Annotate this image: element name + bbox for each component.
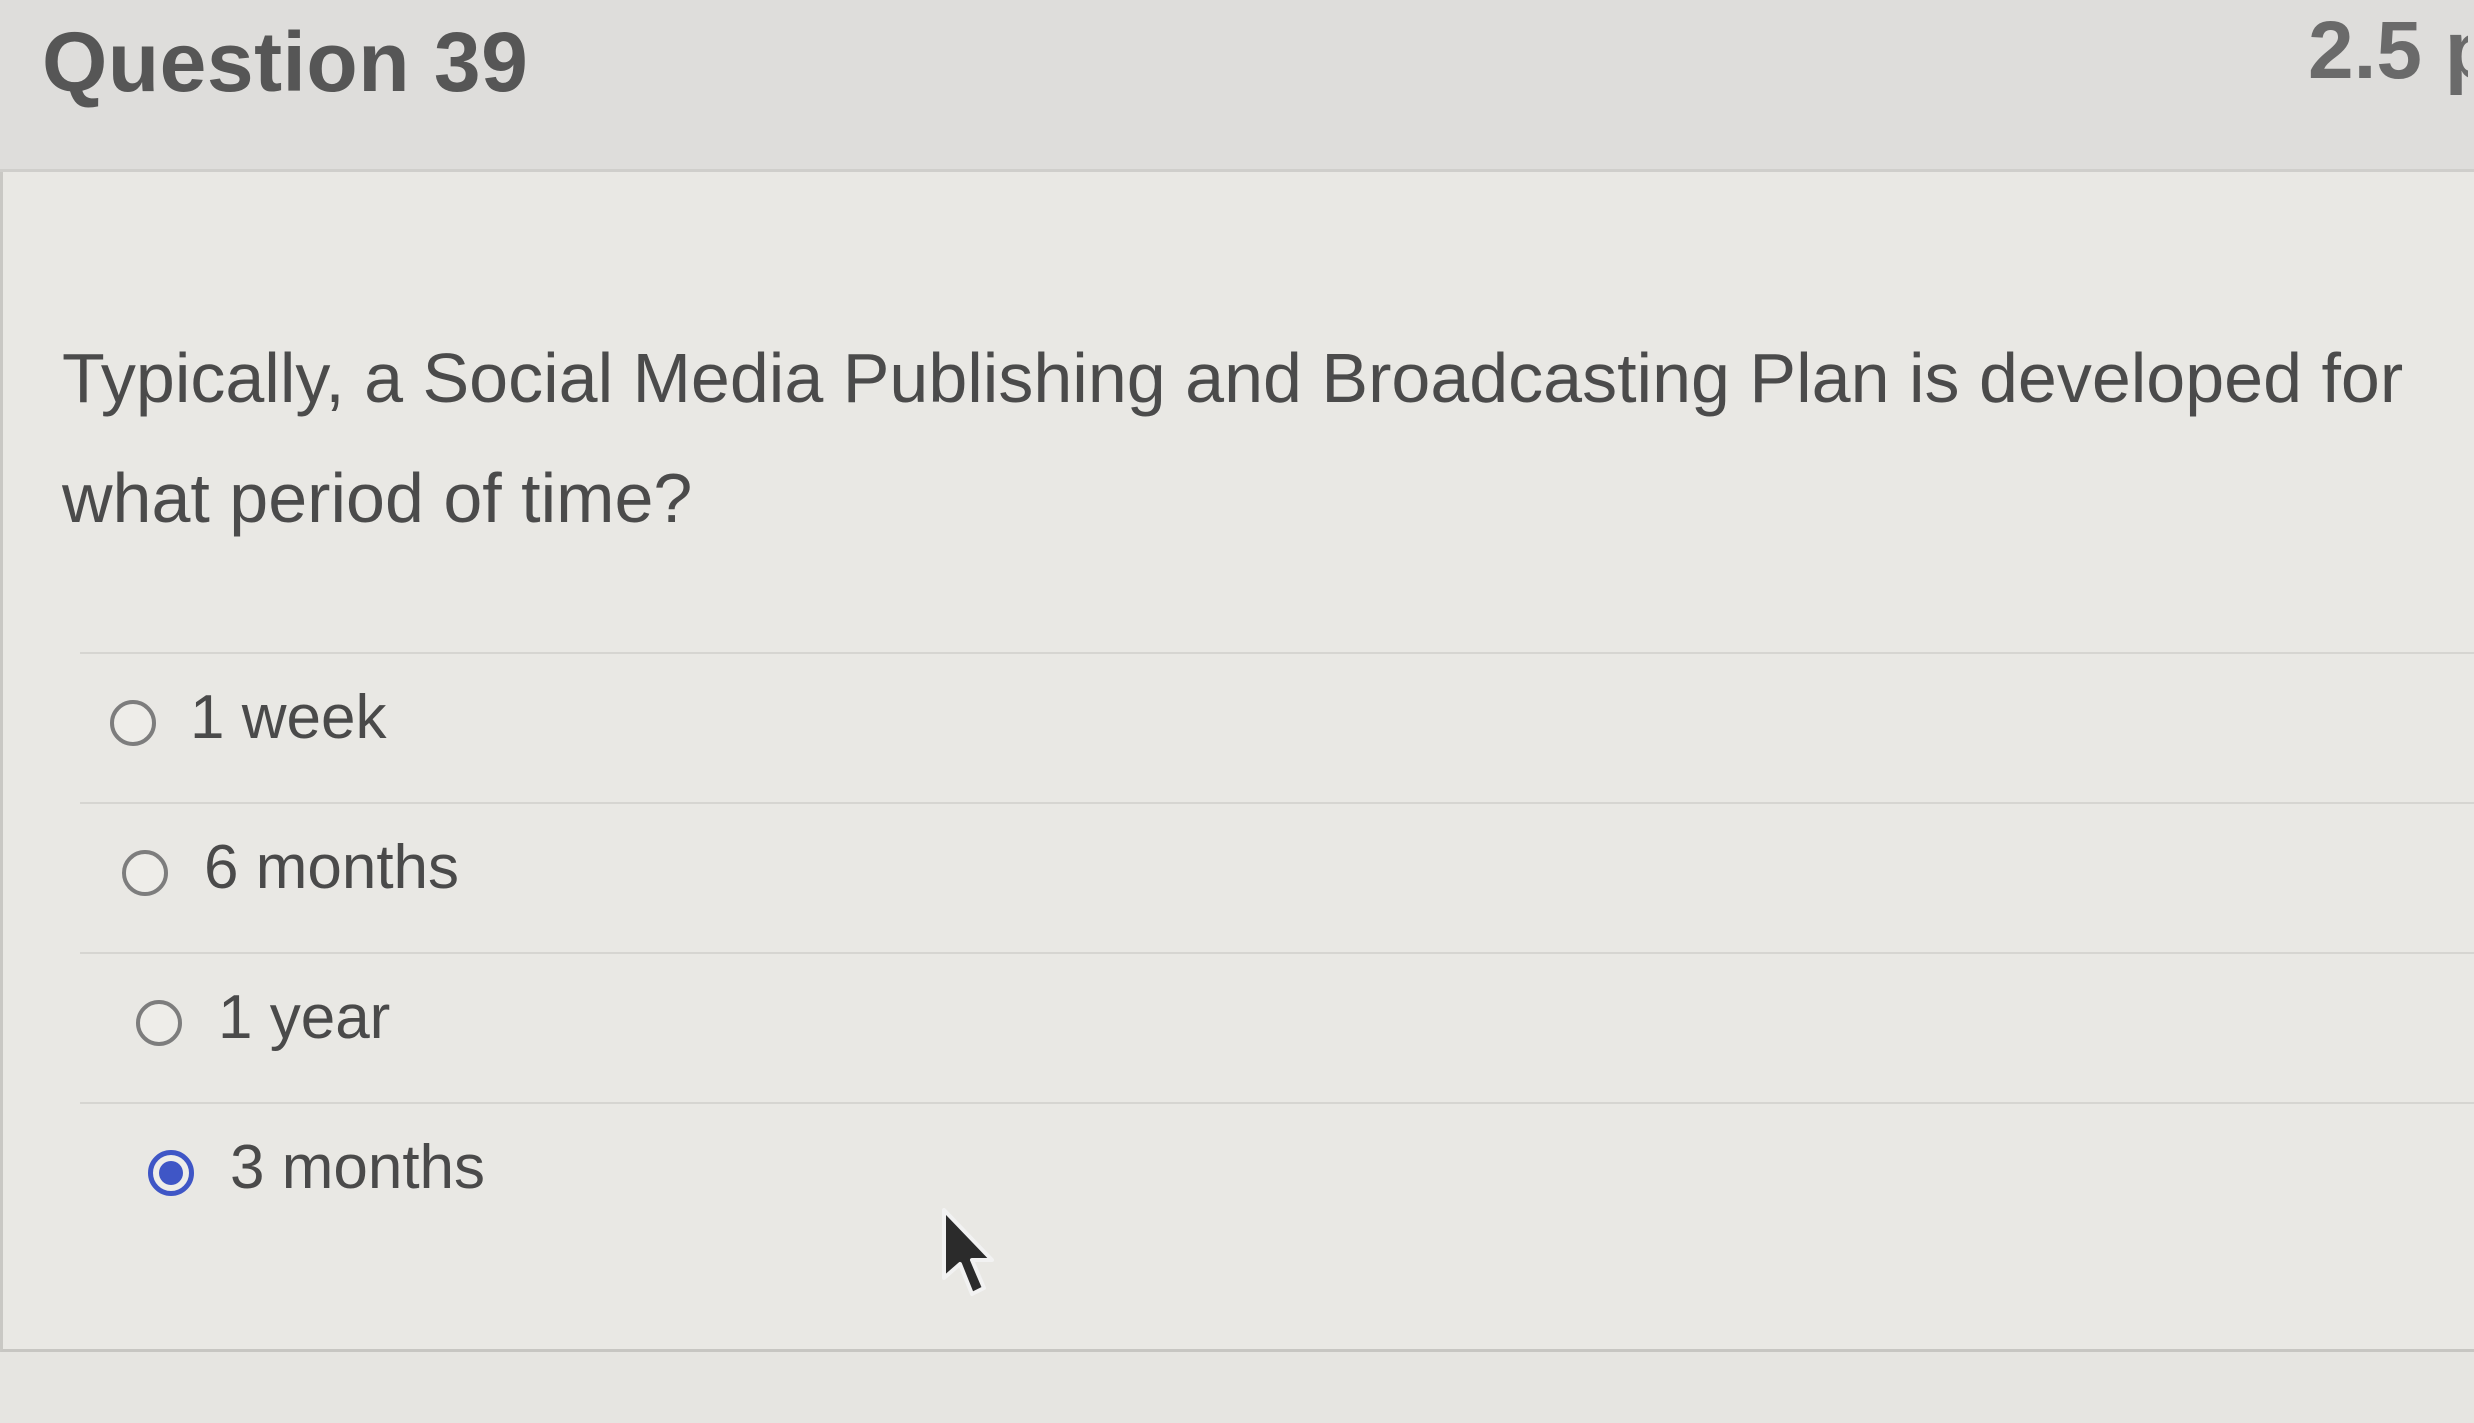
radio-unchecked-icon[interactable] xyxy=(110,700,156,746)
question-header: Question 39 2.5 p xyxy=(0,0,2474,172)
answer-option-1-week[interactable]: 1 week xyxy=(80,654,2474,804)
question-title: Question 39 xyxy=(42,15,529,109)
answer-option-3-months[interactable]: 3 months xyxy=(80,1104,2474,1254)
answer-option-1-year[interactable]: 1 year xyxy=(80,954,2474,1104)
answer-label: 6 months xyxy=(204,833,460,902)
radio-checked-icon[interactable] xyxy=(148,1150,194,1196)
answer-label: 1 week xyxy=(190,683,387,752)
radio-unchecked-icon[interactable] xyxy=(136,1000,182,1046)
answer-label: 1 year xyxy=(218,983,391,1052)
question-prompt: Typically, a Social Media Publishing and… xyxy=(62,339,2404,537)
radio-unchecked-icon[interactable] xyxy=(122,850,168,896)
answer-option-6-months[interactable]: 6 months xyxy=(80,804,2474,954)
answer-label: 3 months xyxy=(230,1133,486,1202)
question-points: 2.5 p xyxy=(2308,5,2468,96)
mouse-pointer-icon xyxy=(942,1208,994,1296)
